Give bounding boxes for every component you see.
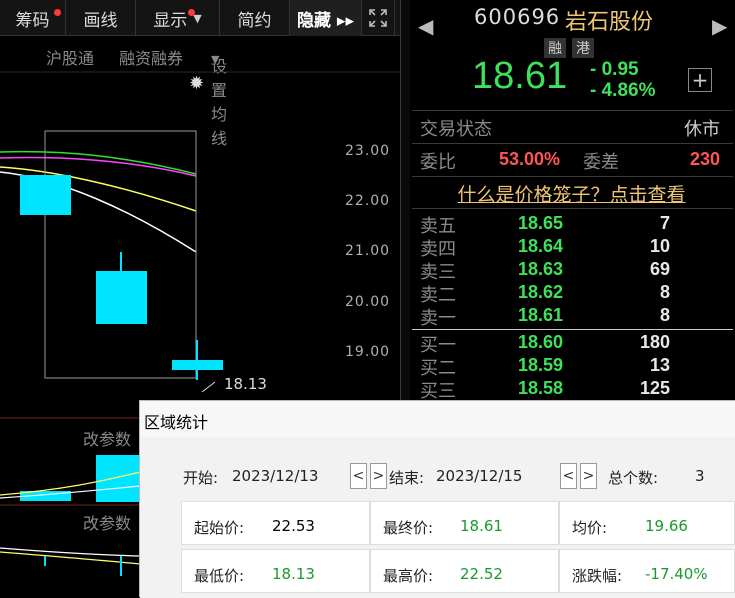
- ask-label: 卖一: [420, 308, 456, 329]
- ask-price[interactable]: 18.63: [518, 259, 563, 280]
- stat-value: 19.66: [645, 517, 688, 535]
- hk-badge: 港: [572, 38, 594, 58]
- bid-volume: 13: [649, 355, 670, 375]
- bid-ratio-value: 53.00%: [499, 149, 561, 169]
- next-range-button[interactable]: >: [370, 463, 387, 489]
- end-label: 结束:: [389, 469, 425, 487]
- bid-price[interactable]: 18.59: [518, 355, 563, 376]
- start-label: 开始:: [183, 469, 219, 487]
- stock-name: 岩石股份: [565, 10, 654, 35]
- bid-ratio-label: 委比: [420, 152, 456, 173]
- stat-label: 最低价:: [194, 567, 245, 585]
- bid-diff-value: 230: [690, 149, 721, 169]
- low-price-annotation: 18.13: [224, 375, 267, 393]
- ask-volume: 8: [659, 305, 670, 325]
- stat-cell-change-pct: 涨跌幅: -17.40%: [559, 549, 735, 593]
- ask-price[interactable]: 18.62: [518, 282, 563, 303]
- stat-cell-start-price: 起始价: 22.53: [181, 501, 370, 545]
- dialog-title[interactable]: 区域统计: [140, 401, 735, 437]
- bid-volume: 125: [639, 378, 670, 398]
- ask-volume: 8: [659, 282, 670, 302]
- stat-value: 22.52: [460, 565, 503, 583]
- start-date: 2023/12/13: [232, 467, 319, 485]
- indicator-1-settings-link[interactable]: 改参数: [83, 426, 131, 450]
- stat-cell-low-price: 最低价: 18.13: [181, 549, 370, 593]
- ask-bid-divider: [412, 329, 733, 330]
- stock-app: 筹码 画线 显示 ▼ 简约 隐藏 ▸▸ 沪股通 融资融券 设置均线 ▼ ✹ 23…: [0, 0, 735, 598]
- stat-label: 均价:: [572, 519, 608, 537]
- price-tick: 23.00: [345, 143, 391, 159]
- price-change-pct: - 4.86%: [590, 80, 656, 101]
- candle-3: [172, 360, 223, 370]
- count-label: 总个数:: [608, 469, 659, 487]
- indicator-2-line-2: [0, 551, 141, 565]
- dialog-body: 开始: 2023/12/13 < > 结束: 2023/12/15 < > 总个…: [140, 437, 735, 598]
- prev-range-button[interactable]: <: [560, 463, 577, 489]
- divider: [412, 176, 733, 177]
- bid-price[interactable]: 18.60: [518, 332, 563, 353]
- prev-range-button[interactable]: <: [350, 463, 367, 489]
- ask-volume: 69: [649, 259, 670, 279]
- price-change: - 0.95: [590, 59, 639, 80]
- stat-cell-end-price: 最终价: 18.61: [370, 501, 559, 545]
- divider: [412, 143, 733, 144]
- ask-price[interactable]: 18.65: [518, 213, 563, 234]
- region-stats-dialog: 区域统计 开始: 2023/12/13 < > 结束: 2023/12/15 <…: [139, 400, 735, 598]
- low-annotation-arrow: [201, 381, 216, 393]
- candle-2: [96, 271, 147, 324]
- ask-volume: 10: [649, 236, 670, 256]
- stat-value: -17.40%: [645, 565, 708, 583]
- stat-label: 最终价:: [383, 519, 434, 537]
- stat-label: 起始价:: [194, 519, 245, 537]
- indicator-2-line-1: [0, 547, 141, 557]
- indicator-2-settings-link[interactable]: 改参数: [83, 510, 131, 534]
- add-watchlist-button[interactable]: +: [688, 68, 712, 92]
- stat-value: 18.13: [272, 565, 315, 583]
- prev-stock-icon[interactable]: ◀: [418, 14, 433, 38]
- bid-diff-label: 委差: [583, 152, 619, 173]
- next-range-button[interactable]: >: [580, 463, 597, 489]
- bid-price[interactable]: 18.58: [518, 378, 563, 399]
- divider: [412, 110, 733, 111]
- stat-cell-avg-price: 均价: 19.66: [559, 501, 735, 545]
- stat-cell-high-price: 最高价: 22.52: [370, 549, 559, 593]
- stat-value: 22.53: [272, 517, 315, 535]
- count-value: 3: [695, 467, 705, 485]
- ma30-line: [0, 150, 197, 175]
- candle-1: [20, 175, 71, 215]
- trade-status-label: 交易状态: [420, 119, 492, 140]
- stock-code: 600696: [474, 5, 561, 29]
- stat-label: 最高价:: [383, 567, 434, 585]
- quote-panel: ◀ ▶ 600696 岩石股份 融 港 18.61 - 0.95 - 4.86%…: [410, 0, 735, 402]
- price-cage-link[interactable]: 什么是价格笼子？点击查看: [410, 180, 733, 207]
- ask-price[interactable]: 18.64: [518, 236, 563, 257]
- stat-value: 18.61: [460, 517, 503, 535]
- next-stock-icon[interactable]: ▶: [712, 14, 727, 38]
- price-tick: 21.00: [345, 243, 391, 259]
- divider: [412, 208, 733, 209]
- bid-volume: 180: [639, 332, 670, 352]
- ask-price[interactable]: 18.61: [518, 305, 563, 326]
- end-date: 2023/12/15: [436, 467, 523, 485]
- stat-label: 涨跌幅:: [572, 567, 623, 585]
- price-tick: 22.00: [345, 193, 391, 209]
- trade-status-value: 休市: [684, 119, 720, 140]
- ask-volume: 7: [659, 213, 670, 233]
- last-price: 18.61: [472, 55, 568, 97]
- price-tick: 19.00: [345, 344, 391, 360]
- price-tick: 20.00: [345, 294, 391, 310]
